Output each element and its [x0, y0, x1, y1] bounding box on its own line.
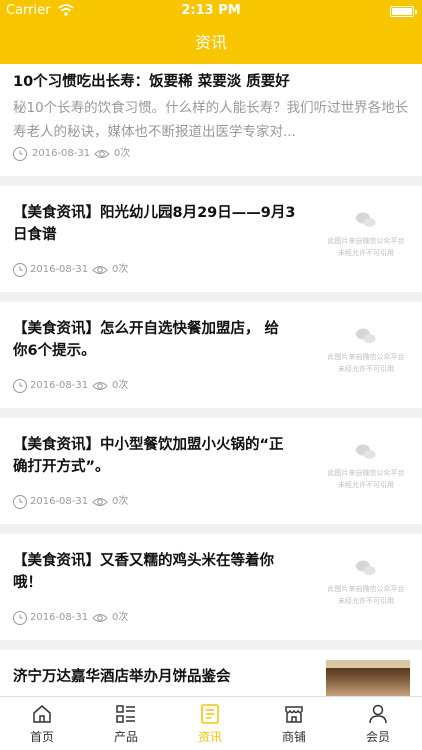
wechat-placeholder-icon — [356, 328, 376, 343]
wechat-placeholder-icon — [356, 212, 376, 227]
placeholder-caption: 此图片来自微信公众平台 — [327, 469, 405, 477]
article-date: 2016-08-31 — [30, 264, 89, 275]
article-title-line: 【美食资讯】阳光幼儿园8月29日——9月3 — [13, 205, 296, 221]
navigation-bar: 资讯 — [0, 22, 422, 64]
eye-icon — [92, 614, 108, 622]
product-grid-icon — [116, 705, 135, 723]
article-title: 【美食资讯】怎么开自选快餐加盟店， 给 你6个提示。 — [13, 318, 279, 362]
article-views: 0次 — [112, 612, 129, 623]
article-date: 2016-08-31 — [30, 380, 89, 391]
eye-icon — [92, 382, 108, 390]
eye-icon — [92, 266, 108, 274]
article-title-line: 哦！ — [13, 575, 42, 591]
home-icon — [33, 705, 51, 723]
eye-icon — [94, 150, 110, 158]
shop-icon — [285, 706, 303, 723]
article-title-line: 你6个提示。 — [13, 343, 96, 359]
article-views: 0次 — [112, 380, 129, 391]
article-thumbnail[interactable]: 此图片来自微信公众平台 未经允许不可引用 — [322, 314, 410, 394]
clock-icon — [13, 263, 27, 277]
article-title-line: 【美食资讯】怎么开自选快餐加盟店， 给 — [13, 321, 280, 337]
clock-icon — [13, 495, 27, 509]
article-title: 【美食资讯】中小型餐饮加盟小火锅的“正 确打开方式”。 — [13, 434, 284, 478]
article-date: 2016-08-31 — [30, 496, 89, 507]
news-icon — [201, 704, 219, 724]
eye-icon — [92, 498, 108, 506]
article-thumbnail[interactable]: 此图片来自微信公众平台 未经允许不可引用 — [322, 546, 410, 626]
clock-icon — [13, 147, 27, 161]
placeholder-caption: 此图片来自微信公众平台 — [327, 585, 405, 593]
article-title: 【美食资讯】又香又糯的鸡头米在等着你 哦！ — [13, 550, 274, 594]
article-title-line: 日食谱 — [13, 227, 57, 243]
news-list-item[interactable]: 【美食资讯】又香又糯的鸡头米在等着你 哦！ 2016-08-31 0次 此图片来… — [0, 534, 422, 640]
page-title: 资讯 — [194, 33, 227, 52]
article-thumbnail[interactable]: 此图片来自微信公众平台 未经允许不可引用 — [322, 430, 410, 510]
article-photo-thumbnail[interactable] — [326, 660, 410, 696]
tab-home[interactable]: 首页 — [0, 697, 84, 750]
placeholder-caption: 此图片来自微信公众平台 — [327, 353, 405, 361]
article-title: 济宁万达嘉华酒店举办月饼品鉴会 — [13, 669, 231, 685]
placeholder-caption: 未经允许不可引用 — [338, 365, 394, 373]
tab-member[interactable]: 会员 — [336, 697, 420, 750]
article-date: 2016-08-31 — [32, 148, 91, 159]
news-list-item[interactable]: 【美食资讯】阳光幼儿园8月29日——9月3 日食谱 2016-08-31 0次 … — [0, 186, 422, 292]
tab-label: 产品 — [113, 730, 138, 744]
tab-label: 资讯 — [197, 730, 222, 744]
article-title-line: 【美食资讯】中小型餐饮加盟小火锅的“正 — [13, 437, 284, 453]
tab-products[interactable]: 产品 — [84, 697, 168, 750]
article-title-line: 【美食资讯】又香又糯的鸡头米在等着你 — [13, 553, 274, 569]
wechat-placeholder-icon — [356, 560, 376, 575]
placeholder-caption: 未经允许不可引用 — [338, 249, 394, 257]
news-list-item[interactable]: 10个习惯吃出长寿：饭要稀 菜要淡 质要好 秘10个长寿的饮食习惯。什么样的人能… — [0, 64, 422, 176]
wechat-placeholder-icon — [356, 444, 376, 459]
member-icon — [369, 704, 387, 724]
article-views: 0次 — [112, 496, 129, 507]
article-title: 【美食资讯】阳光幼儿园8月29日——9月3 日食谱 — [13, 202, 295, 246]
news-list-item[interactable]: 【美食资讯】中小型餐饮加盟小火锅的“正 确打开方式”。 2016-08-31 0… — [0, 418, 422, 524]
article-summary: 秘10个长寿的饮食习惯。什么样的人能长寿？我们听过世界各地长寿老人的秘诀，媒体也… — [13, 100, 409, 140]
tab-label: 会员 — [365, 730, 390, 744]
article-date: 2016-08-31 — [30, 612, 89, 623]
placeholder-caption: 未经允许不可引用 — [338, 597, 394, 605]
article-views: 0次 — [112, 264, 129, 275]
article-thumbnail[interactable]: 此图片来自微信公众平台 未经允许不可引用 — [322, 198, 410, 278]
clock-icon — [13, 611, 27, 625]
tab-label: 商铺 — [281, 730, 306, 744]
news-list-item[interactable]: 【美食资讯】怎么开自选快餐加盟店， 给 你6个提示。 2016-08-31 0次… — [0, 302, 422, 408]
article-title: 10个习惯吃出长寿：饭要稀 菜要淡 质要好 — [13, 74, 290, 90]
tab-label: 首页 — [29, 730, 54, 744]
article-views: 0次 — [114, 148, 131, 159]
placeholder-caption: 此图片来自微信公众平台 — [327, 237, 405, 245]
bottom-tab-bar: 首页 产品 资讯 商铺 会员 — [0, 696, 422, 750]
clock: 2:13 PM — [181, 3, 241, 18]
clock-icon — [13, 379, 27, 393]
tab-news[interactable]: 资讯 — [168, 697, 252, 750]
news-feed[interactable]: 10个习惯吃出长寿：饭要稀 菜要淡 质要好 秘10个长寿的饮食习惯。什么样的人能… — [0, 64, 422, 696]
battery-icon — [390, 6, 417, 17]
article-title-line: 确打开方式”。 — [13, 459, 110, 475]
status-bar: Carrier 2:13 PM — [0, 0, 422, 22]
placeholder-caption: 未经允许不可引用 — [338, 481, 394, 489]
tab-shops[interactable]: 商铺 — [252, 697, 336, 750]
